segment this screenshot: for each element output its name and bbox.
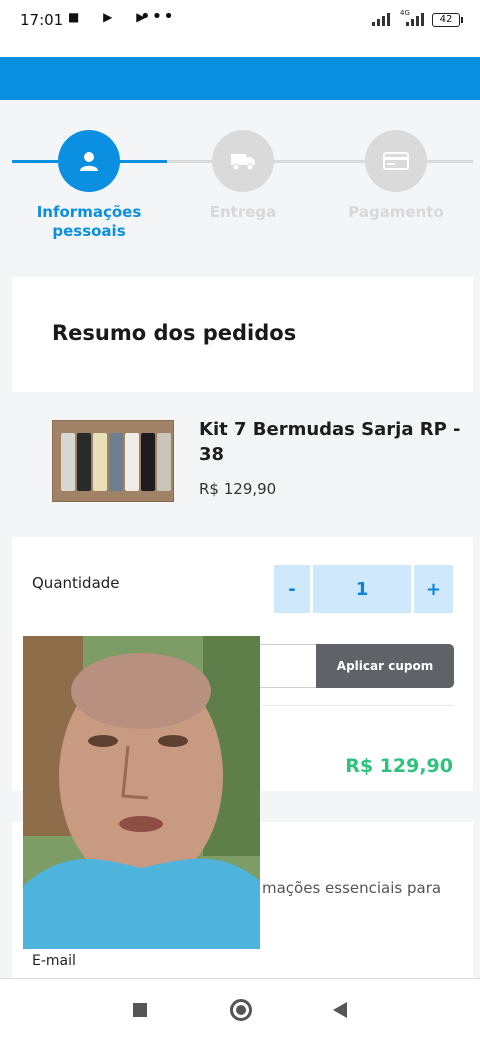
status-bar: 17:01 ■ ▶ ▶ ••• 4G 42 <box>0 0 480 57</box>
order-summary-card: Resumo dos pedidos <box>12 277 473 392</box>
divider <box>262 705 454 706</box>
personal-info-description: mações essenciais para <box>262 879 442 897</box>
home-icon <box>236 1005 246 1015</box>
app-header <box>0 57 480 100</box>
apply-coupon-button[interactable]: Aplicar cupom <box>316 644 454 688</box>
step-payment[interactable] <box>365 130 427 192</box>
quantity-decrease-button[interactable]: - <box>274 565 310 613</box>
more-notifications-icon: ••• <box>140 6 175 27</box>
product-image <box>52 420 174 502</box>
quantity-increase-button[interactable]: + <box>414 565 453 613</box>
step-personal-info[interactable] <box>58 130 120 192</box>
product-price: R$ 129,90 <box>199 480 277 498</box>
person-video-frame <box>23 636 260 949</box>
battery-icon: 42 <box>432 13 463 27</box>
product-name: Kit 7 Bermudas Sarja RP - 38 <box>199 419 461 465</box>
person-icon <box>80 152 98 171</box>
quantity-label: Quantidade <box>32 574 120 592</box>
step-label-personal-info: Informações pessoais <box>36 203 142 240</box>
home-button[interactable] <box>230 999 252 1021</box>
quantity-value[interactable]: 1 <box>313 565 411 613</box>
recents-button[interactable] <box>133 1003 147 1017</box>
checkout-stepper: Informações pessoais Entrega Pagamento <box>0 100 480 260</box>
back-button[interactable] <box>332 1001 348 1019</box>
truck-icon <box>231 154 255 171</box>
step-delivery[interactable] <box>212 130 274 192</box>
credit-card-icon <box>383 152 409 170</box>
signal-4g-icon <box>404 12 426 26</box>
step-label-payment: Pagamento <box>348 203 444 221</box>
video-overlay[interactable] <box>23 636 260 949</box>
order-total: R$ 129,90 <box>345 755 453 777</box>
step-label-delivery: Entrega <box>209 203 277 221</box>
signal-icon <box>372 12 394 26</box>
status-time: 17:01 <box>20 11 64 29</box>
system-navigation-bar <box>0 978 480 1038</box>
summary-title: Resumo dos pedidos <box>52 321 297 345</box>
email-label: E-mail <box>32 953 76 969</box>
